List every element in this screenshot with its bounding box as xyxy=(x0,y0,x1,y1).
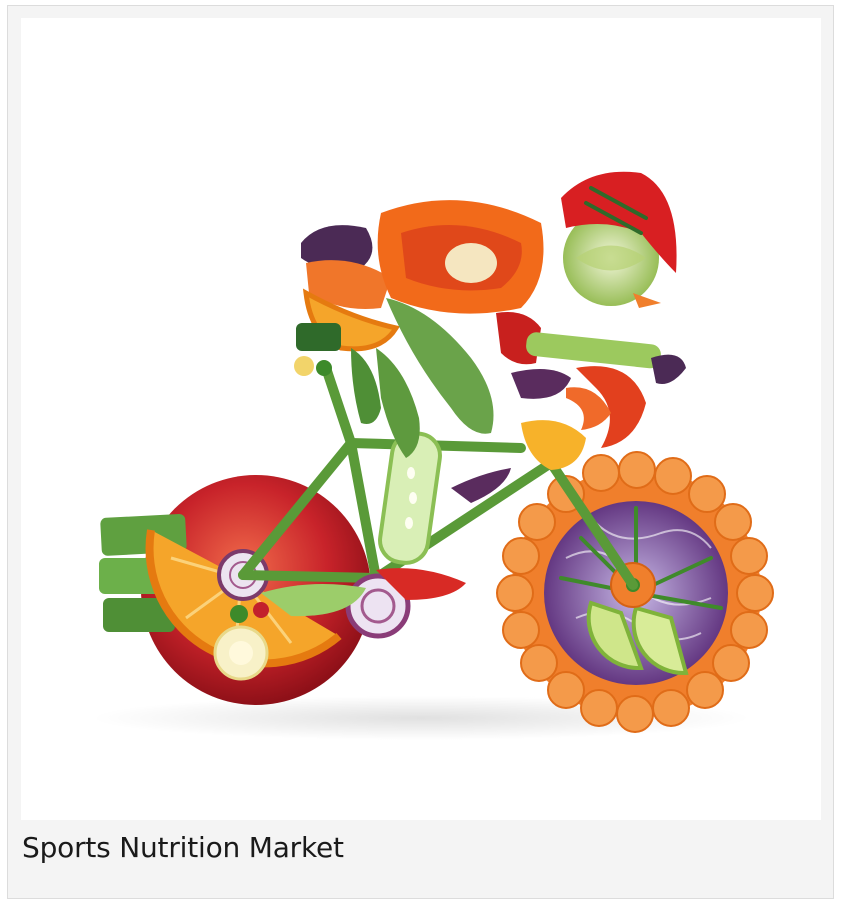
card-image[interactable] xyxy=(21,18,821,820)
food-cyclist-illustration xyxy=(91,171,774,740)
front-wheel-carrot xyxy=(496,451,774,733)
rider-vegetables xyxy=(294,171,686,470)
card-caption[interactable]: Sports Nutrition Market xyxy=(22,830,822,866)
product-card[interactable]: Sports Nutrition Market xyxy=(7,5,834,899)
